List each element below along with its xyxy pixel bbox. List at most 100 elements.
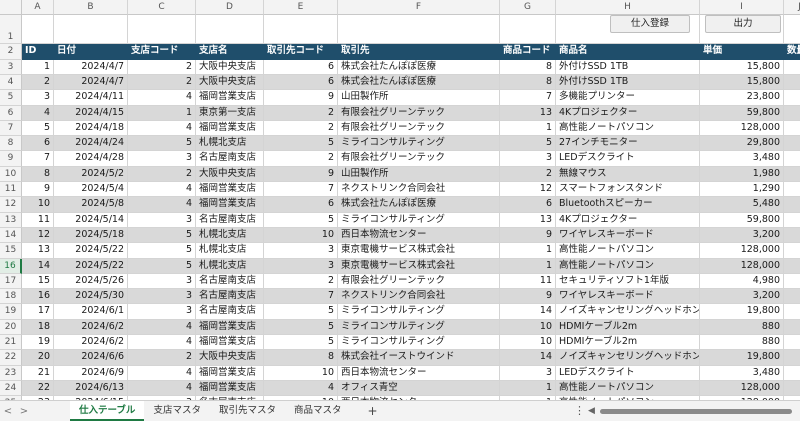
cell-id[interactable]: 11: [22, 212, 54, 228]
cell-unit-price[interactable]: 15,800: [700, 74, 784, 91]
row-number[interactable]: 24: [0, 380, 22, 397]
cell-client-code[interactable]: 9: [264, 90, 338, 106]
cell-branch-name[interactable]: 名古屋南支店: [196, 304, 264, 320]
cell-product-code[interactable]: 12: [500, 182, 556, 198]
header-client-name[interactable]: 取引先: [338, 44, 500, 60]
cell-date[interactable]: 2024/6/6: [54, 350, 128, 366]
tab-branch-master[interactable]: 支店マスタ: [144, 401, 210, 421]
row-number[interactable]: 5: [0, 90, 22, 106]
cell-branch-code[interactable]: 4: [128, 319, 196, 336]
cell-branch-code[interactable]: 3: [128, 212, 196, 228]
row-number[interactable]: 19: [0, 304, 22, 320]
empty-cell[interactable]: [784, 15, 800, 45]
cell-client-name[interactable]: ミライコンサルティング: [338, 335, 500, 351]
cell-date[interactable]: 2024/6/1: [54, 304, 128, 320]
cell-product-name[interactable]: ワイヤレスキーボード: [556, 289, 700, 305]
cell-id[interactable]: 1: [22, 59, 54, 75]
cell-branch-name[interactable]: 大阪中央支店: [196, 74, 264, 91]
cell-client-name[interactable]: 株式会社たんぽぽ医療: [338, 197, 500, 213]
cell-product-code[interactable]: 9: [500, 227, 556, 244]
cell-id[interactable]: 19: [22, 335, 54, 351]
cell-branch-name[interactable]: 大阪中央支店: [196, 350, 264, 366]
cell-unit-price[interactable]: 1,290: [700, 182, 784, 198]
cell-id[interactable]: 21: [22, 365, 54, 381]
cell-unit-price[interactable]: 5,480: [700, 197, 784, 213]
cell-unit-price[interactable]: 128,000: [700, 380, 784, 397]
cell-unit-price[interactable]: 880: [700, 319, 784, 336]
cell-date[interactable]: 2024/4/15: [54, 105, 128, 121]
cell-branch-code[interactable]: 4: [128, 90, 196, 106]
cell-client-code[interactable]: 6: [264, 74, 338, 91]
cell-branch-name[interactable]: 札幌北支店: [196, 258, 264, 274]
cell-date[interactable]: 2024/4/11: [54, 90, 128, 106]
cell-id[interactable]: 17: [22, 304, 54, 320]
empty-cell[interactable]: [22, 15, 54, 45]
cell-id[interactable]: 15: [22, 273, 54, 290]
cell-branch-code[interactable]: 4: [128, 335, 196, 351]
row-number[interactable]: 22: [0, 350, 22, 366]
cell-client-name[interactable]: 有限会社グリーンテック: [338, 151, 500, 167]
empty-cell[interactable]: [196, 15, 264, 45]
cell-product-code[interactable]: 3: [500, 151, 556, 167]
cell-branch-name[interactable]: 福岡営業支店: [196, 90, 264, 106]
header-product-name[interactable]: 商品名: [556, 44, 700, 60]
column-header-a[interactable]: A: [22, 0, 54, 16]
cell-client-name[interactable]: 西日本物流センター: [338, 227, 500, 244]
cell-client-code[interactable]: 5: [264, 304, 338, 320]
cell-product-name[interactable]: 多機能プリンター: [556, 90, 700, 106]
row-number[interactable]: 6: [0, 105, 22, 121]
column-header-e[interactable]: E: [264, 0, 338, 16]
column-header-d[interactable]: D: [196, 0, 264, 16]
cell-client-code[interactable]: 10: [264, 365, 338, 381]
purchase-register-button[interactable]: 仕入登録: [610, 15, 690, 33]
cell-date[interactable]: 2024/6/13: [54, 380, 128, 397]
column-header-i[interactable]: I: [700, 0, 784, 16]
cell-client-name[interactable]: 東京電機サービス株式会社: [338, 243, 500, 259]
cell-product-name[interactable]: 27インチモニター: [556, 136, 700, 152]
cell-product-name[interactable]: スマートフォンスタンド: [556, 182, 700, 198]
cell-quantity[interactable]: 6: [784, 258, 800, 274]
cell-date[interactable]: 2024/6/9: [54, 365, 128, 381]
cell-client-name[interactable]: 有限会社グリーンテック: [338, 273, 500, 290]
cell-product-name[interactable]: 高性能ノートパソコン: [556, 120, 700, 137]
cell-quantity[interactable]: 6: [784, 243, 800, 259]
cell-product-code[interactable]: 5: [500, 136, 556, 152]
cell-client-code[interactable]: 2: [264, 105, 338, 121]
cell-date[interactable]: 2024/4/28: [54, 151, 128, 167]
cell-product-code[interactable]: 8: [500, 74, 556, 91]
cell-quantity[interactable]: 3: [784, 366, 800, 381]
cell-branch-code[interactable]: 5: [128, 136, 196, 152]
empty-cell[interactable]: [500, 15, 556, 45]
cell-branch-name[interactable]: 名古屋南支店: [196, 273, 264, 290]
cell-unit-price[interactable]: 19,800: [700, 350, 784, 366]
cell-quantity[interactable]: 3: [784, 274, 800, 290]
cell-product-name[interactable]: ワイヤレスキーボード: [556, 227, 700, 244]
row-number[interactable]: 3: [0, 59, 22, 75]
row-number[interactable]: 23: [0, 365, 22, 381]
cell-unit-price[interactable]: 3,200: [700, 227, 784, 244]
cell-branch-code[interactable]: 3: [128, 289, 196, 305]
row-number[interactable]: 8: [0, 136, 22, 152]
cell-quantity[interactable]: 2: [784, 197, 800, 213]
cell-client-code[interactable]: 5: [264, 136, 338, 152]
cell-product-name[interactable]: 外付けSSD 1TB: [556, 74, 700, 91]
cell-branch-name[interactable]: 福岡営業支店: [196, 365, 264, 381]
cell-client-name[interactable]: 株式会社イーストウインド: [338, 350, 500, 366]
cell-id[interactable]: 22: [22, 380, 54, 397]
cell-id[interactable]: 9: [22, 182, 54, 198]
header-date[interactable]: 日付: [54, 44, 128, 60]
header-branch-name[interactable]: 支店名: [196, 44, 264, 60]
cell-branch-name[interactable]: 名古屋南支店: [196, 151, 264, 167]
header-quantity[interactable]: 数量: [784, 44, 800, 60]
cell-quantity[interactable]: 5: [784, 350, 800, 366]
cell-quantity[interactable]: 1: [784, 335, 800, 351]
cell-quantity[interactable]: 10: [784, 380, 800, 397]
cell-date[interactable]: 2024/6/2: [54, 319, 128, 336]
cell-product-name[interactable]: LEDデスクライト: [556, 365, 700, 381]
output-button[interactable]: 出力: [705, 15, 781, 33]
cell-id[interactable]: 10: [22, 197, 54, 213]
cell-product-code[interactable]: 2: [500, 166, 556, 183]
header-id[interactable]: ID: [22, 44, 54, 60]
row-number[interactable]: 13: [0, 212, 22, 228]
cell-id[interactable]: 13: [22, 243, 54, 259]
